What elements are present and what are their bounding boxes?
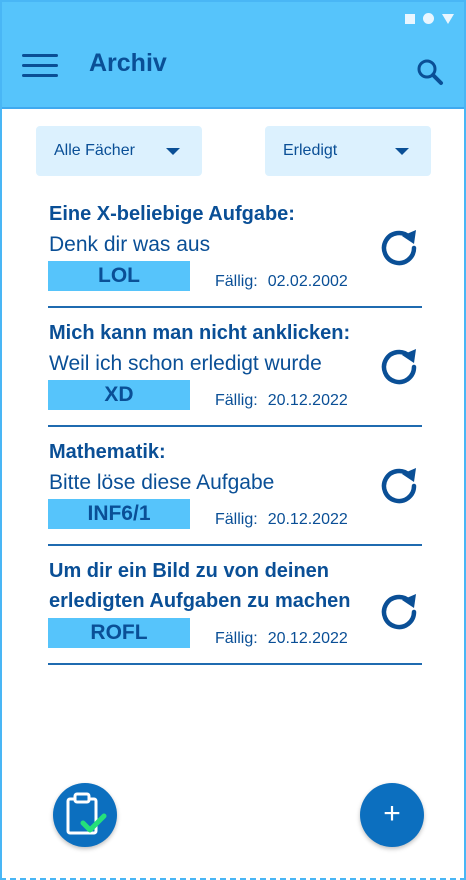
chevron-down-icon <box>166 148 180 155</box>
task-due-date: Fällig: 20.12.2022 <box>215 630 348 648</box>
task-title: Mich kann man nicht anklicken: <box>49 322 351 344</box>
clipboard-check-icon <box>66 792 107 835</box>
due-value: 02.02.2002 <box>267 273 348 290</box>
task-due-date: Fällig: 20.12.2022 <box>215 392 348 410</box>
task-title: Mathematik: <box>49 441 166 463</box>
status-filter-label: Erledigt <box>283 142 338 159</box>
task-subject-badge: ROFL <box>48 618 190 648</box>
task-subject-badge: XD <box>48 380 190 410</box>
due-label: Fällig: <box>215 511 258 528</box>
task-description: Denk dir was aus <box>49 233 211 256</box>
status-square-icon <box>405 13 415 24</box>
due-label: Fällig: <box>215 273 258 290</box>
task-due-date: Fällig: 02.02.2002 <box>215 273 348 291</box>
task-description: erledigten Aufgaben zu machen <box>49 590 351 612</box>
chevron-down-icon <box>395 148 409 155</box>
status-circle-icon <box>423 13 434 24</box>
due-label: Fällig: <box>215 392 258 409</box>
search-icon[interactable] <box>416 58 444 86</box>
task-item[interactable]: Um dir ein Bild zu von deinen erledigten… <box>48 557 422 665</box>
due-value: 20.12.2022 <box>267 392 348 409</box>
app-frame: Archiv Alle Fächer Erledigt Eine X-belie… <box>0 0 466 880</box>
task-subject-badge: LOL <box>48 261 190 291</box>
status-filter-dropdown[interactable]: Erledigt <box>265 126 431 176</box>
task-title: Um dir ein Bild zu von deinen <box>49 560 330 582</box>
tasks-overview-button[interactable] <box>53 783 117 847</box>
refresh-icon[interactable] <box>376 225 422 271</box>
subject-filter-dropdown[interactable]: Alle Fächer <box>36 126 202 176</box>
due-label: Fällig: <box>215 630 258 647</box>
status-triangle-icon <box>442 13 454 24</box>
task-due-date: Fällig: 20.12.2022 <box>215 511 348 529</box>
task-subject-badge: INF6/1 <box>48 499 190 529</box>
task-item[interactable]: Mathematik: Bitte löse diese Aufgabe INF… <box>48 438 422 546</box>
refresh-icon[interactable] <box>376 463 422 509</box>
menu-icon[interactable] <box>22 54 58 80</box>
add-task-button[interactable]: + <box>360 783 424 847</box>
plus-icon: + <box>383 797 401 830</box>
app-bar: Archiv <box>2 32 464 109</box>
refresh-icon[interactable] <box>376 344 422 390</box>
task-description: Bitte löse diese Aufgabe <box>49 471 275 494</box>
task-description: Weil ich schon erledigt wurde <box>49 352 322 375</box>
task-item[interactable]: Eine X-beliebige Aufgabe: Denk dir was a… <box>48 200 422 308</box>
subject-filter-label: Alle Fächer <box>54 142 135 159</box>
task-title: Eine X-beliebige Aufgabe: <box>49 203 295 225</box>
refresh-icon[interactable] <box>376 589 422 635</box>
due-value: 20.12.2022 <box>267 511 348 528</box>
page-title: Archiv <box>89 49 167 77</box>
status-bar <box>2 2 464 32</box>
task-item[interactable]: Mich kann man nicht anklicken: Weil ich … <box>48 319 422 427</box>
due-value: 20.12.2022 <box>267 630 348 647</box>
